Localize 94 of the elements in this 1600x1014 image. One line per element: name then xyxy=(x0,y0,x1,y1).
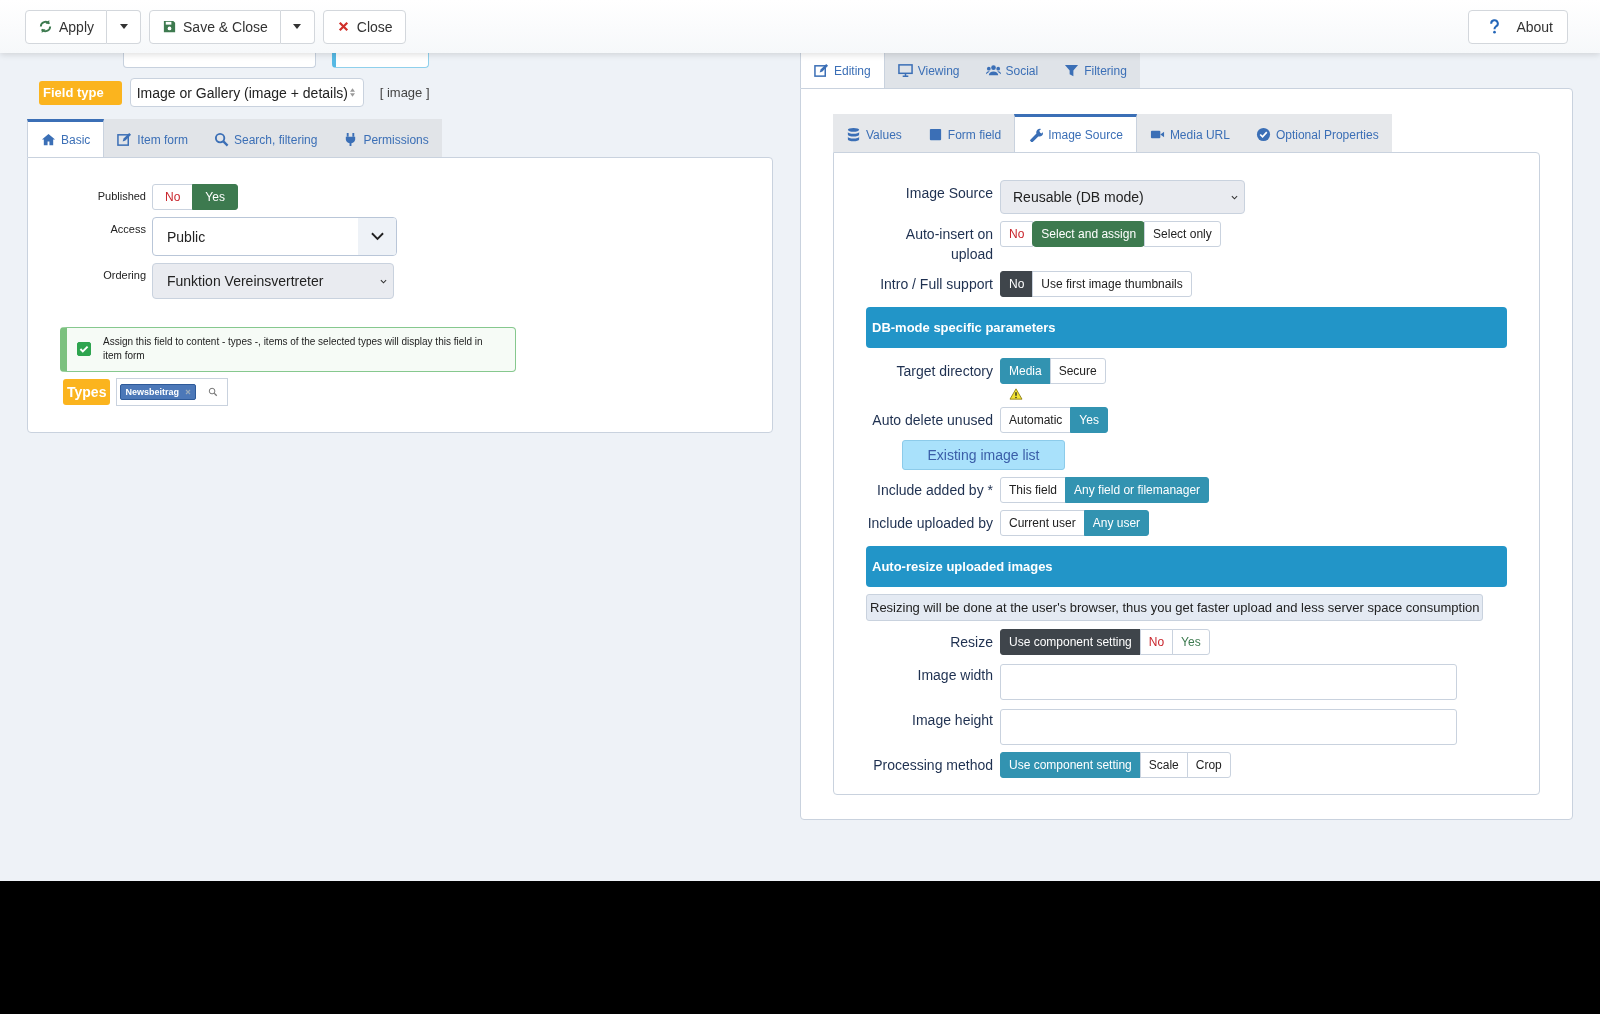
field-type-code: [ image ] xyxy=(379,85,430,100)
dropdown-button[interactable] xyxy=(280,9,315,44)
toggle-option[interactable]: Use component setting xyxy=(1000,629,1141,655)
info-note: Resizing will be done at the user's browser, thus you get faster upload and less server space consumption xyxy=(866,594,1484,621)
tab[interactable]: Search, filtering xyxy=(201,119,331,157)
caret-icon xyxy=(349,88,355,97)
field-label: Image height xyxy=(911,711,993,730)
section-header: Auto-resize uploaded images xyxy=(866,546,1507,587)
field-label: Auto delete unused xyxy=(871,411,993,430)
toggle-option[interactable]: Media xyxy=(1000,358,1051,384)
database-icon xyxy=(846,127,861,142)
tag-field[interactable]: Newsbeitrag xyxy=(116,378,229,406)
field-label: Published xyxy=(96,189,146,204)
note-button[interactable] xyxy=(332,53,429,68)
refresh-icon xyxy=(38,19,53,34)
search-icon[interactable] xyxy=(207,387,218,397)
field-label: Auto-insert on upload xyxy=(904,225,993,264)
chevron-down-icon xyxy=(380,278,387,284)
tab[interactable]: Values xyxy=(833,114,915,152)
field-label: Image width xyxy=(916,666,993,685)
toolbar-button[interactable]: Apply xyxy=(25,9,108,44)
input-field[interactable] xyxy=(1000,664,1457,700)
toggle-option[interactable]: Use first image thumbnails xyxy=(1032,271,1192,297)
toggle-option[interactable]: Yes xyxy=(1070,407,1108,433)
toggle-option[interactable]: This field xyxy=(1000,477,1067,503)
toggle-option[interactable]: Select only xyxy=(1144,221,1221,247)
dropdown-button[interactable] xyxy=(107,9,142,44)
tab[interactable]: Media URL xyxy=(1136,114,1243,152)
toggle-option[interactable]: No xyxy=(1000,221,1034,247)
ordering-select[interactable]: Funktion Vereinsvertreter xyxy=(152,263,394,299)
toolbar-button[interactable]: Close xyxy=(322,9,406,44)
field-label: Target directory xyxy=(895,362,993,381)
field-label: Ordering xyxy=(102,268,146,283)
search-icon xyxy=(214,132,229,147)
toggle-option[interactable]: Crop xyxy=(1186,752,1231,778)
tab[interactable]: Optional Properties xyxy=(1242,114,1392,152)
access-select[interactable]: Public xyxy=(152,217,397,256)
field-label: Include added by * xyxy=(876,481,993,500)
tab[interactable]: Editing xyxy=(800,50,885,88)
field-label: Image Source xyxy=(904,184,993,203)
tab[interactable]: Form field xyxy=(914,114,1015,152)
tab[interactable]: Social xyxy=(972,50,1052,88)
edit-icon xyxy=(814,63,829,78)
section-header: DB-mode specific parameters xyxy=(866,307,1507,348)
filter-icon xyxy=(1064,63,1080,78)
field-label: Access xyxy=(109,222,146,237)
checkbox[interactable] xyxy=(77,342,91,356)
save-icon xyxy=(162,19,178,34)
info-text: Assign this field to content - types -, items of the selected types will display this field in item form xyxy=(103,335,484,363)
square-icon xyxy=(927,127,943,142)
monitor-icon xyxy=(897,63,913,78)
chevron-down-icon xyxy=(1231,194,1238,200)
tab[interactable]: Permissions xyxy=(330,119,442,157)
field-label: Intro / Full support xyxy=(879,275,993,294)
input-field[interactable] xyxy=(123,53,316,68)
input-field[interactable] xyxy=(1000,709,1457,745)
toggle-option[interactable]: No xyxy=(152,184,194,210)
tag: Newsbeitrag xyxy=(120,384,196,400)
tab[interactable]: Image Source xyxy=(1014,114,1137,152)
tab[interactable]: Basic xyxy=(27,119,105,157)
about-button[interactable]: About xyxy=(1468,9,1568,44)
chevron-down-icon xyxy=(370,232,384,241)
toggle-option[interactable]: Select and assign xyxy=(1032,221,1146,247)
toolbar-button[interactable]: Save & Close xyxy=(149,9,281,44)
field-label: Processing method xyxy=(872,756,993,775)
caret-icon xyxy=(119,24,128,29)
users-icon xyxy=(985,63,1001,78)
check-circle-icon xyxy=(1255,127,1271,142)
field-type-label: Field type xyxy=(39,80,122,105)
toggle-option[interactable]: Use component setting xyxy=(1000,752,1141,778)
toggle-option[interactable]: Secure xyxy=(1049,358,1106,384)
types-label: Types xyxy=(63,379,111,405)
tab[interactable]: Item form xyxy=(104,119,201,157)
toggle-option[interactable]: Any user xyxy=(1083,510,1150,536)
toggle-option[interactable]: Yes xyxy=(192,184,238,210)
field-label: Include uploaded by xyxy=(866,514,993,533)
toggle-option[interactable]: Current user xyxy=(1000,510,1085,536)
toggle-option[interactable]: Yes xyxy=(1172,629,1210,655)
field-type-select[interactable]: Image or Gallery (image + details) xyxy=(129,78,364,107)
tab[interactable]: Filtering xyxy=(1051,50,1140,88)
toggle-option[interactable]: Scale xyxy=(1139,752,1188,778)
toggle-option[interactable]: Automatic xyxy=(1000,407,1072,433)
remove-icon[interactable] xyxy=(184,389,191,395)
field-label: Resize xyxy=(949,633,993,652)
caret-icon xyxy=(293,24,302,29)
toggle-option[interactable]: Any field or filemanager xyxy=(1065,477,1210,503)
wrench-icon xyxy=(1028,127,1044,142)
image-source-select[interactable]: Reusable (DB mode) xyxy=(1000,180,1245,214)
toggle-option[interactable]: No xyxy=(1139,629,1174,655)
edit-icon xyxy=(117,132,133,147)
home-icon xyxy=(41,132,56,147)
existing-image-list-button[interactable]: Existing image list xyxy=(902,440,1065,470)
toggle-option[interactable]: No xyxy=(1000,271,1034,297)
tab[interactable]: Viewing xyxy=(884,50,973,88)
